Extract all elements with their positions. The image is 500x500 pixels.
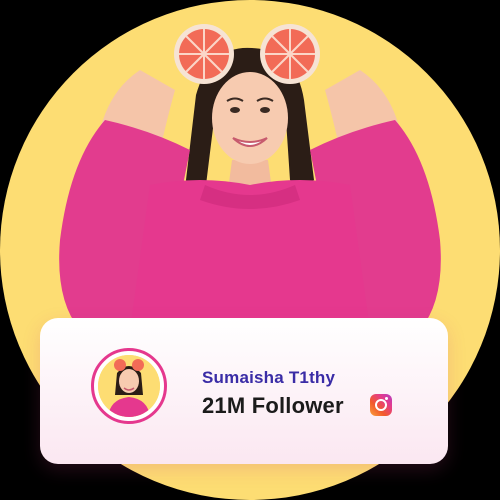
avatar[interactable]: [91, 348, 167, 424]
profile-promo-graphic: Sumaisha T1thy 21M Follower: [0, 0, 500, 500]
instagram-icon[interactable]: [370, 394, 392, 416]
avatar-image: [98, 355, 160, 417]
profile-card[interactable]: Sumaisha T1thy 21M Follower: [40, 318, 448, 464]
follower-count: 21M Follower: [202, 393, 344, 418]
profile-name: Sumaisha T1thy: [202, 368, 336, 387]
